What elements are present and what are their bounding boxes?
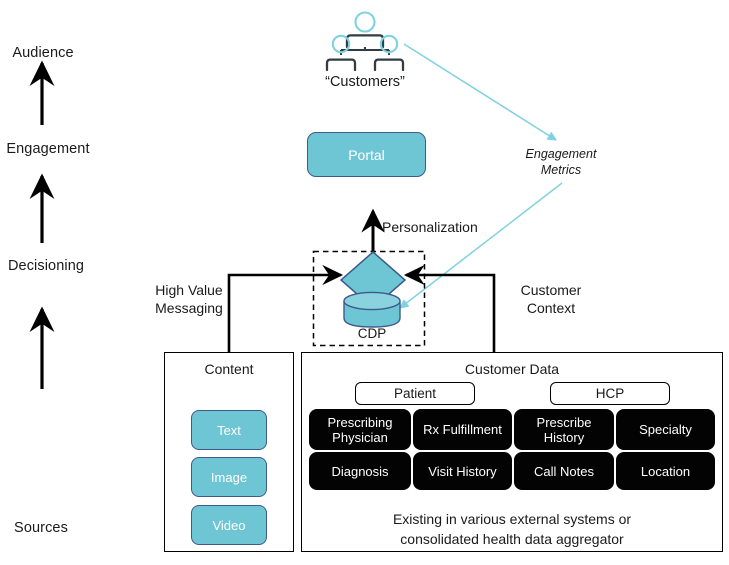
high-value-messaging-line-1: High Value: [155, 282, 223, 298]
cyan-arrow-customers-to-metrics: [403, 43, 558, 141]
data-chip-label: Visit History: [428, 463, 497, 479]
data-chip-label: Prescribing Physician: [327, 414, 393, 445]
data-chip-prescribing-physician[interactable]: Prescribing Physician: [309, 409, 411, 450]
content-item-image[interactable]: Image: [191, 457, 267, 497]
engagement-metrics-line-1: Engagement: [525, 147, 597, 161]
customers-caption: “Customers”: [325, 74, 405, 90]
content-panel-title: Content: [204, 361, 254, 377]
content-item-text-label: Text: [217, 422, 241, 438]
high-value-messaging-connector: [227, 264, 344, 352]
data-chip-rx-fulfillment[interactable]: Rx Fulfillment: [413, 409, 512, 450]
customer-context-line-1: Customer: [520, 282, 582, 298]
engagement-metrics-line-2: Metrics: [540, 163, 582, 177]
data-chip-label: Specialty: [639, 422, 692, 437]
stage-label-sources: Sources: [14, 520, 68, 536]
group-pill-patient-label: Patient: [393, 386, 437, 401]
stage-label-audience: Audience: [12, 45, 74, 61]
customer-data-footnote-line-1: Existing in various external systems or: [392, 511, 632, 527]
high-value-messaging-line-2: Messaging: [155, 300, 223, 316]
data-chip-label: Diagnosis: [331, 463, 389, 479]
data-chip-label: Location: [640, 463, 691, 479]
content-item-text[interactable]: Text: [191, 410, 267, 450]
data-chip-prescribe-history[interactable]: Prescribe History: [514, 409, 614, 450]
stage-label-decisioning: Decisioning: [7, 258, 85, 274]
content-item-video[interactable]: Video: [191, 505, 267, 545]
customer-data-footnote: Existing in various external systems or …: [309, 509, 715, 549]
decision-diamond-icon: [339, 251, 407, 309]
content-item-image-label: Image: [210, 469, 248, 485]
diagram-canvas: Audience Engagement Decisioning Sources …: [0, 0, 729, 565]
data-chip-call-notes[interactable]: Call Notes: [514, 452, 614, 490]
portal-label: Portal: [348, 146, 385, 163]
group-pill-hcp-label: HCP: [595, 386, 625, 401]
group-pill-patient[interactable]: Patient: [355, 382, 475, 405]
database-cylinder-icon: [343, 291, 401, 328]
content-item-video-label: Video: [212, 517, 246, 533]
customer-context-connector: [403, 264, 496, 352]
customer-context-line-2: Context: [526, 300, 576, 316]
high-value-messaging-label: High Value Messaging: [146, 281, 232, 317]
cdp-label: CDP: [357, 326, 387, 341]
portal-box[interactable]: Portal: [307, 132, 426, 177]
data-chip-label: Rx Fulfillment: [423, 422, 502, 437]
org-chart-people-icon: [325, 11, 405, 72]
customer-data-panel-title: Customer Data: [464, 361, 560, 377]
data-chip-diagnosis[interactable]: Diagnosis: [309, 452, 411, 490]
stage-label-engagement: Engagement: [6, 141, 90, 157]
data-chip-visit-history[interactable]: Visit History: [413, 452, 512, 490]
engagement-metrics-label: Engagement Metrics: [512, 146, 610, 178]
customer-data-footnote-line-2: consolidated health data aggregator: [400, 531, 624, 547]
data-chip-specialty[interactable]: Specialty: [616, 409, 715, 450]
group-pill-hcp[interactable]: HCP: [550, 382, 670, 405]
personalization-label: Personalization: [382, 219, 478, 235]
data-chip-label: Call Notes: [534, 463, 594, 479]
data-chip-label: Prescribe History: [536, 414, 592, 445]
data-chip-location[interactable]: Location: [616, 452, 715, 490]
customer-context-label: Customer Context: [505, 281, 597, 317]
